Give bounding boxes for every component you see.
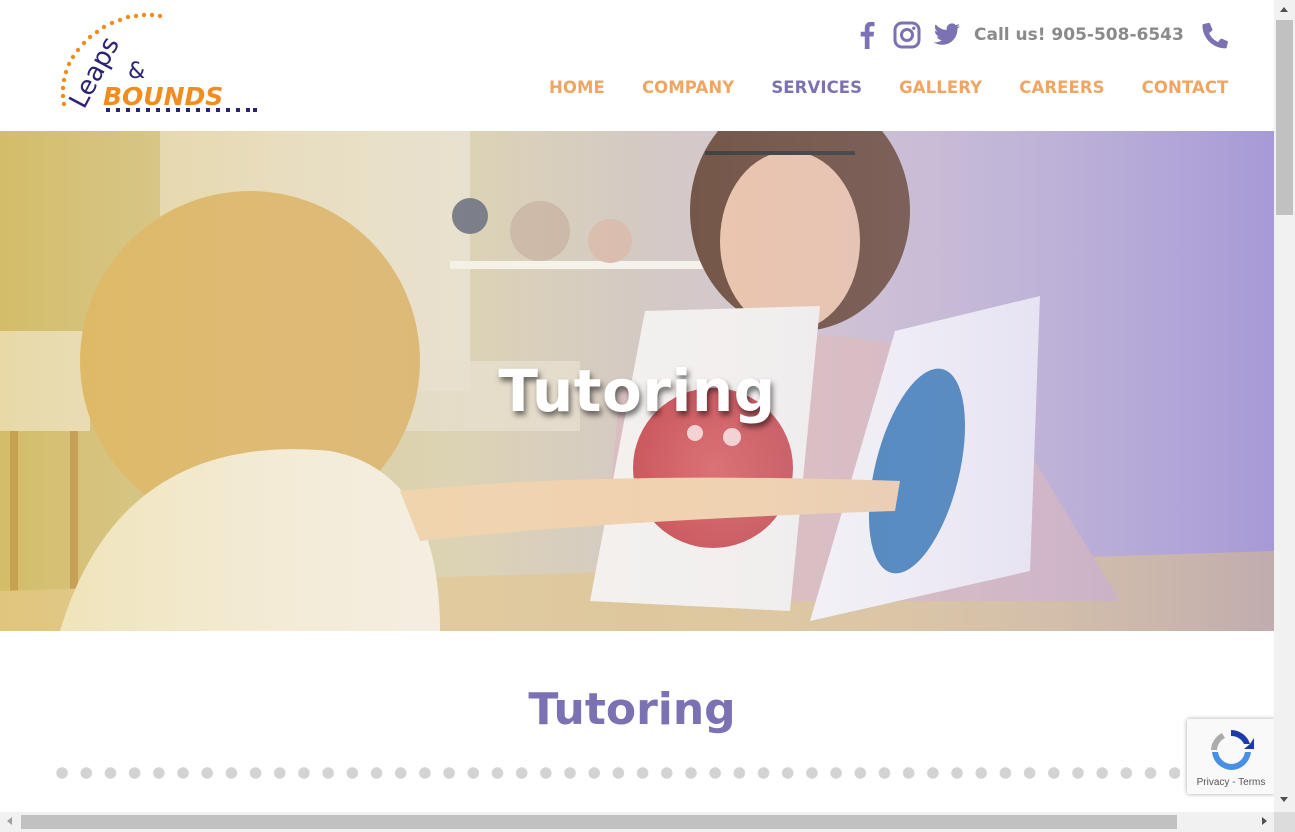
horizontal-scrollbar[interactable]	[0, 812, 1274, 832]
recaptcha-badge[interactable]: Privacy - Terms	[1187, 719, 1275, 794]
page-viewport: Leaps & BOUNDS Call us! 905-508-6543 HOM…	[0, 0, 1274, 812]
site-header: Leaps & BOUNDS Call us! 905-508-6543 HOM…	[0, 0, 1274, 131]
nav-careers[interactable]: CAREERS	[1019, 78, 1104, 97]
phone-icon[interactable]	[1200, 20, 1230, 50]
facebook-icon[interactable]	[850, 18, 884, 52]
social-links	[850, 18, 970, 52]
instagram-icon[interactable]	[890, 18, 924, 52]
header-topbar: Call us! 905-508-6543	[850, 18, 1230, 52]
page-title: Tutoring	[528, 684, 736, 735]
scroll-left-arrow-icon[interactable]	[7, 817, 12, 825]
logo-ampersand: &	[128, 59, 145, 84]
nav-gallery[interactable]: GALLERY	[899, 78, 982, 97]
nav-contact[interactable]: CONTACT	[1142, 78, 1229, 97]
vertical-scrollbar[interactable]	[1274, 0, 1295, 812]
recaptcha-icon	[1211, 730, 1254, 771]
nav-home[interactable]: HOME	[549, 78, 605, 97]
recaptcha-privacy-terms[interactable]: Privacy - Terms	[1187, 777, 1275, 788]
logo-bounds-text: BOUNDS	[103, 82, 223, 111]
leaps-and-bounds-logo[interactable]: Leaps & BOUNDS	[58, 12, 263, 118]
hero-banner: Tutoring	[0, 131, 1274, 631]
scroll-down-arrow-icon[interactable]	[1280, 797, 1288, 802]
scrollbar-corner	[1274, 812, 1295, 832]
scroll-up-arrow-icon[interactable]	[1280, 7, 1288, 12]
dotted-divider	[50, 767, 1180, 779]
horizontal-scroll-thumb[interactable]	[21, 815, 1177, 829]
vertical-scroll-thumb[interactable]	[1276, 20, 1293, 215]
twitter-icon[interactable]	[930, 18, 964, 52]
call-us-phone-number[interactable]: Call us! 905-508-6543	[974, 25, 1184, 45]
scroll-right-arrow-icon[interactable]	[1262, 817, 1267, 825]
nav-services[interactable]: SERVICES	[771, 78, 862, 97]
hero-title: Tutoring	[498, 357, 776, 425]
main-navigation: HOME COMPANY SERVICES GALLERY CAREERS CO…	[549, 78, 1228, 97]
nav-company[interactable]: COMPANY	[642, 78, 734, 97]
